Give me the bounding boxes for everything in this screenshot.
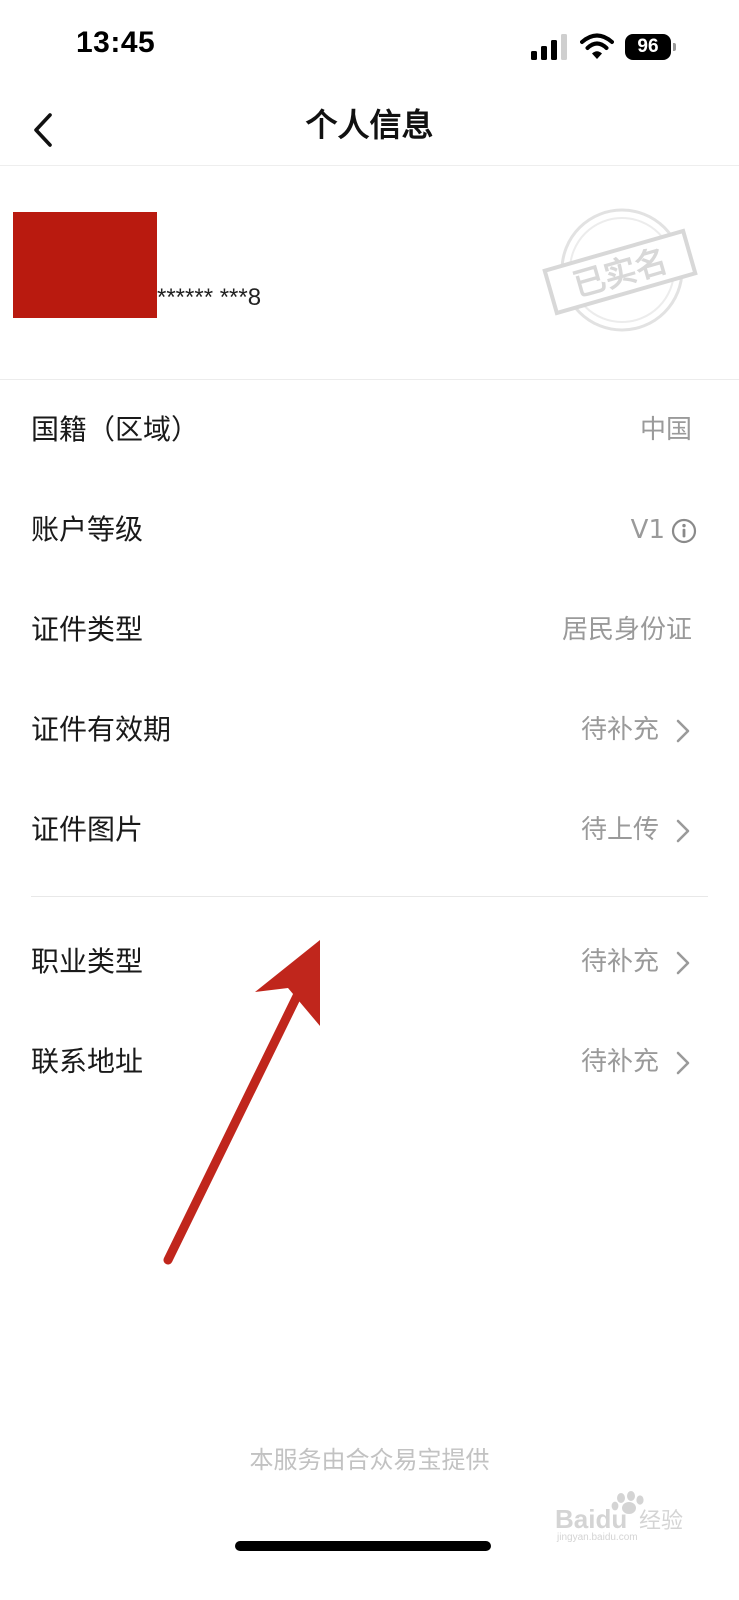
page-title: 个人信息 (305, 106, 434, 144)
chevron-left-icon[interactable] (26, 105, 62, 155)
status-time: 13:45 (76, 26, 156, 59)
row-value: 中国 (639, 415, 692, 445)
row-occupation[interactable]: 职业类型 待补充 (0, 912, 739, 1012)
home-indicator[interactable] (235, 1541, 491, 1551)
chevron-right-icon (676, 819, 690, 843)
status-bar: 13:45 96 (0, 0, 739, 95)
row-label: 证件图片 (31, 813, 144, 846)
battery-indicator: 96 (625, 34, 677, 60)
verified-stamp-icon: 已实名 (542, 208, 698, 332)
battery-cap (673, 43, 676, 51)
row-value: V1 (630, 515, 665, 545)
section-gap (0, 880, 739, 912)
watermark-brand: Baidu (555, 1504, 627, 1534)
row-label: 联系地址 (31, 1045, 144, 1078)
chevron-right-icon (676, 951, 690, 975)
chevron-right-icon (676, 719, 690, 743)
row-value: 待上传 (580, 815, 659, 845)
masked-id-number: ****** ***8 (157, 284, 262, 311)
row-value: 待补充 (580, 947, 659, 977)
row-id-type: 证件类型 居民身份证 (0, 580, 739, 680)
row-id-validity[interactable]: 证件有效期 待补充 (0, 680, 739, 780)
nav-bar: 个人信息 (0, 95, 739, 166)
row-label: 国籍（区域） (31, 413, 200, 446)
row-value: 待补充 (580, 1047, 659, 1077)
footer-provider-text: 本服务由合众易宝提供 (249, 1446, 490, 1474)
row-id-photo[interactable]: 证件图片 待上传 (0, 780, 739, 880)
redacted-name-block (13, 212, 157, 318)
row-nationality: 国籍（区域） 中国 (0, 380, 739, 480)
row-label: 证件有效期 (31, 713, 172, 746)
battery-level: 96 (625, 34, 671, 60)
cellular-signal-icon (531, 34, 567, 60)
row-account-level: 账户等级 V1 (0, 480, 739, 580)
row-value: 居民身份证 (561, 615, 692, 645)
info-list: 国籍（区域） 中国 账户等级 V1 证件类型 居民身份证 证件有效期 待补充 证… (0, 380, 739, 1112)
row-label: 职业类型 (31, 945, 144, 978)
profile-header: ****** ***8 已实名 (0, 166, 739, 380)
row-label: 账户等级 (31, 513, 144, 546)
info-icon[interactable] (671, 518, 697, 544)
chevron-right-icon (676, 1051, 690, 1075)
wifi-icon (580, 33, 614, 59)
watermark-suffix: 经验 (639, 1509, 683, 1534)
row-contact-address[interactable]: 联系地址 待补充 (0, 1012, 739, 1112)
row-value: 待补充 (580, 715, 659, 745)
row-label: 证件类型 (31, 613, 144, 646)
section-divider (31, 896, 708, 897)
baidu-jingyan-watermark: Baidu 经验 jingyan.baidu.com (555, 1491, 683, 1542)
watermark-url: jingyan.baidu.com (556, 1532, 638, 1542)
